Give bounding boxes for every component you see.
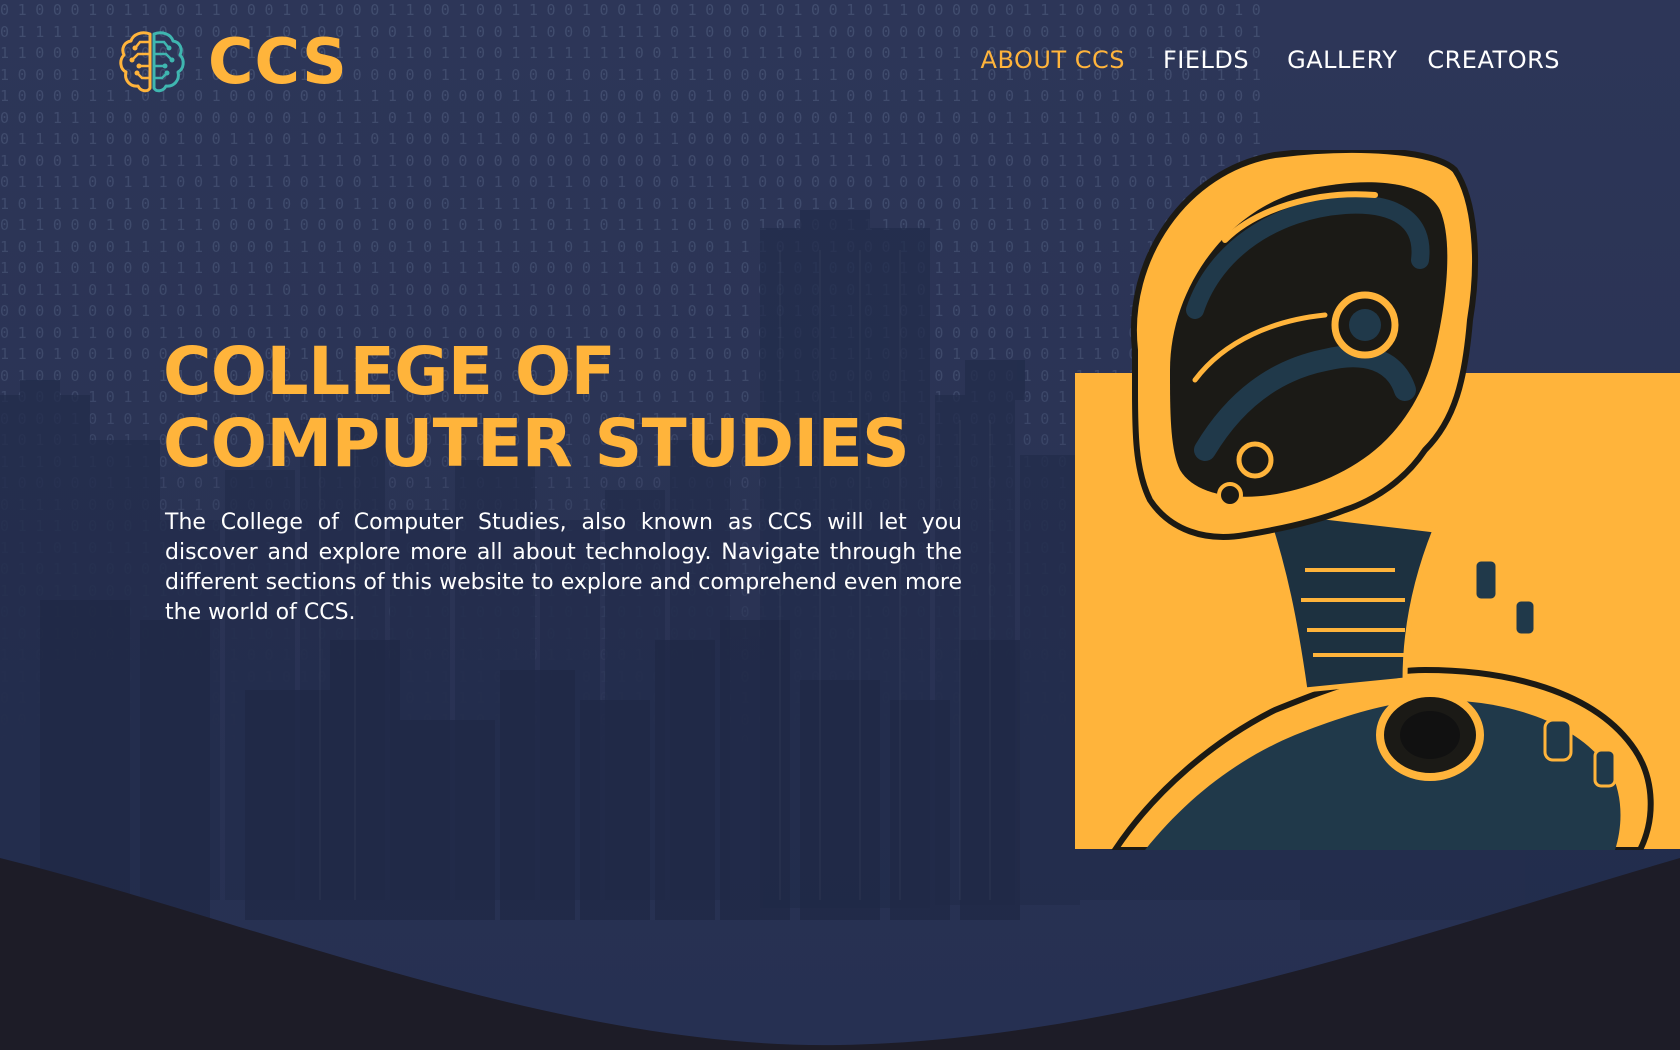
- nav-fields[interactable]: FIELDS: [1163, 44, 1249, 76]
- hero-title-line-2: COMPUTER STUDIES: [163, 405, 910, 482]
- nav-gallery[interactable]: GALLERY: [1287, 44, 1397, 76]
- hero-title-line-1: COLLEGE OF: [163, 333, 616, 410]
- landing-page: 0100010110011000101000110010011001001001…: [0, 0, 1680, 1050]
- nav-creators[interactable]: CREATORS: [1427, 44, 1560, 76]
- nav-about-ccs[interactable]: ABOUT CCS: [981, 44, 1125, 76]
- brand-logo[interactable]: CCS: [118, 28, 348, 96]
- hero-section: COLLEGE OF COMPUTER STUDIES The College …: [163, 336, 963, 628]
- hero-description: The College of Computer Studies, also kn…: [165, 510, 962, 625]
- hero-title: COLLEGE OF COMPUTER STUDIES: [163, 336, 963, 480]
- brand-name: CCS: [208, 25, 348, 98]
- main-nav: ABOUT CCS FIELDS GALLERY CREATORS: [981, 44, 1560, 76]
- brain-circuit-icon: [119, 31, 185, 93]
- robot-figure: [1111, 150, 1654, 850]
- site-header: CCS ABOUT CCS FIELDS GALLERY CREATORS: [0, 0, 1680, 120]
- robot-portrait-illustration: [1075, 150, 1680, 850]
